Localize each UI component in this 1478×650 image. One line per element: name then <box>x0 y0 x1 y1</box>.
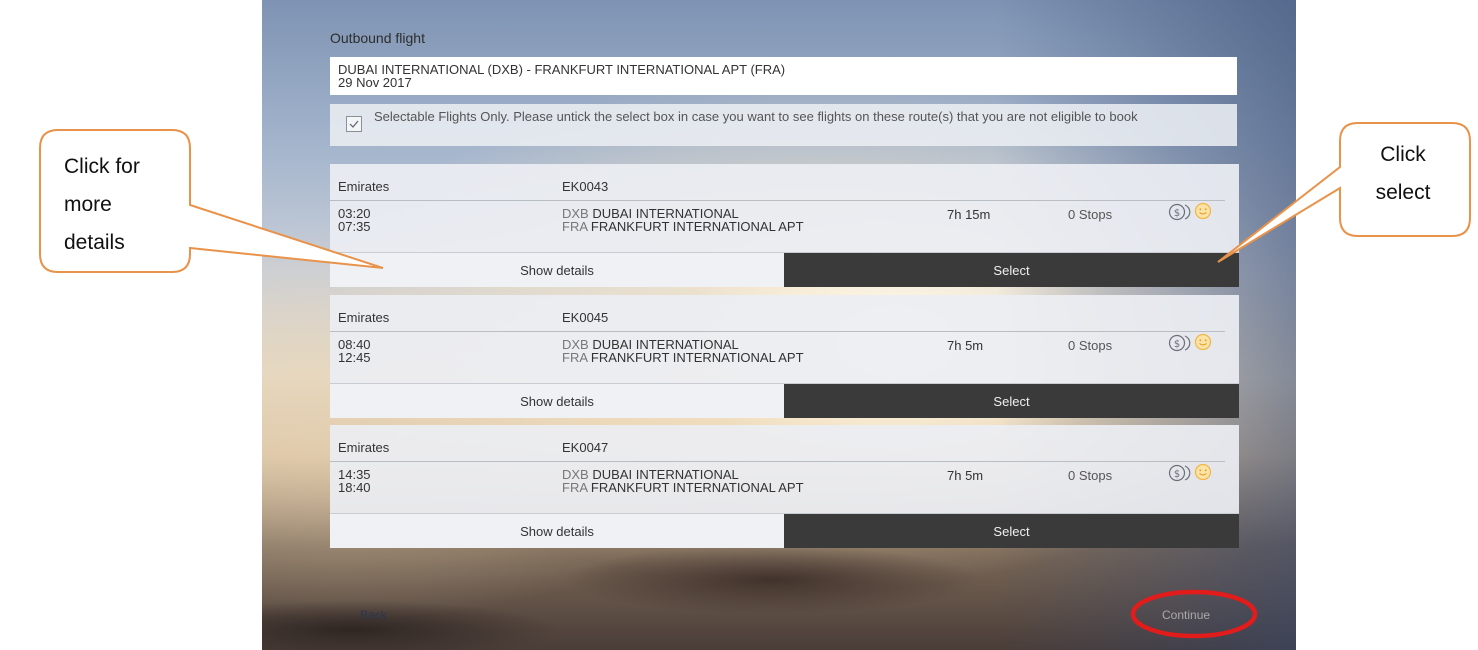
destination-name: FRANKFURT INTERNATIONAL APT <box>590 350 804 365</box>
arrival-time: 07:35 <box>338 219 371 234</box>
divider <box>330 200 1225 201</box>
smiley-icon <box>1194 463 1212 481</box>
divider <box>330 461 1225 462</box>
flight-stops: 0 Stops <box>1068 468 1113 483</box>
show-details-button[interactable]: Show details <box>330 384 784 418</box>
dollar-coins-icon: $ <box>1168 203 1191 221</box>
left-callout-line: more <box>64 193 112 216</box>
flight-times: 14:35 18:40 <box>338 468 371 494</box>
show-details-button[interactable]: Show details <box>330 253 784 287</box>
outbound-flight-title: Outbound flight <box>330 30 425 46</box>
continue-highlight-ellipse <box>1130 589 1258 639</box>
selectable-flights-filter: Selectable Flights Only. Please untick t… <box>330 104 1237 146</box>
smiley-icon <box>1194 333 1212 351</box>
arrival-time: 12:45 <box>338 350 371 365</box>
left-callout-text: Click for more details <box>64 148 174 262</box>
svg-text:$: $ <box>1174 208 1180 219</box>
select-button[interactable]: Select <box>784 384 1239 418</box>
destination-name: FRANKFURT INTERNATIONAL APT <box>590 219 804 234</box>
route-summary: DUBAI INTERNATIONAL (DXB) - FRANKFURT IN… <box>330 57 1237 95</box>
dollar-coins-icon: $ <box>1168 464 1191 482</box>
flight-number: EK0047 <box>562 440 609 455</box>
flight-airports: DXB DUBAI INTERNATIONAL FRA FRANKFURT IN… <box>562 338 804 364</box>
route-date: 29 Nov 2017 <box>338 75 412 90</box>
flight-stops: 0 Stops <box>1068 338 1113 353</box>
selectable-flights-checkbox[interactable] <box>346 116 362 132</box>
right-callout-text: Click select <box>1350 136 1456 212</box>
flight-airports: DXB DUBAI INTERNATIONAL FRA FRANKFURT IN… <box>562 207 804 233</box>
airline-name: Emirates <box>338 179 390 194</box>
destination-code: FRA <box>562 350 588 365</box>
flight-stops: 0 Stops <box>1068 207 1113 222</box>
route-text: DUBAI INTERNATIONAL (DXB) - FRANKFURT IN… <box>338 62 786 77</box>
background-island-left <box>262 600 562 650</box>
airline-name: Emirates <box>338 310 390 325</box>
flight-number: EK0045 <box>562 310 609 325</box>
right-callout-line: Click <box>1380 143 1426 166</box>
svg-text:$: $ <box>1174 469 1180 480</box>
svg-text:$: $ <box>1174 339 1180 350</box>
smiley-icon <box>1194 202 1212 220</box>
flight-times: 08:40 12:45 <box>338 338 371 364</box>
flight-duration: 7h 5m <box>947 468 984 483</box>
divider <box>330 331 1225 332</box>
airline-name: Emirates <box>338 440 390 455</box>
select-button[interactable]: Select <box>784 253 1239 287</box>
flight-duration: 7h 15m <box>947 207 991 222</box>
flight-airports: DXB DUBAI INTERNATIONAL FRA FRANKFURT IN… <box>562 468 804 494</box>
flight-card: Emirates EK0045 08:40 12:45 DXB DUBAI IN… <box>330 295 1239 418</box>
flight-number: EK0043 <box>562 179 609 194</box>
destination-code: FRA <box>562 219 588 234</box>
flight-times: 03:20 07:35 <box>338 207 371 233</box>
left-callout-line: details <box>64 231 125 254</box>
arrival-time: 18:40 <box>338 480 371 495</box>
back-link[interactable]: Back <box>360 608 387 622</box>
right-callout-line: select <box>1375 181 1431 204</box>
flight-card: Emirates EK0043 03:20 07:35 DXB DUBAI IN… <box>330 164 1239 287</box>
destination-name: FRANKFURT INTERNATIONAL APT <box>590 480 804 495</box>
flight-duration: 7h 5m <box>947 338 984 353</box>
flight-card: Emirates EK0047 14:35 18:40 DXB DUBAI IN… <box>330 425 1239 548</box>
select-button[interactable]: Select <box>784 514 1239 548</box>
check-icon <box>349 120 359 128</box>
dollar-coins-icon: $ <box>1168 334 1191 352</box>
background-island <box>562 545 982 615</box>
show-details-button[interactable]: Show details <box>330 514 784 548</box>
destination-code: FRA <box>562 480 588 495</box>
left-callout-line: Click for <box>64 155 140 178</box>
filter-text: Selectable Flights Only. Please untick t… <box>374 109 1138 124</box>
